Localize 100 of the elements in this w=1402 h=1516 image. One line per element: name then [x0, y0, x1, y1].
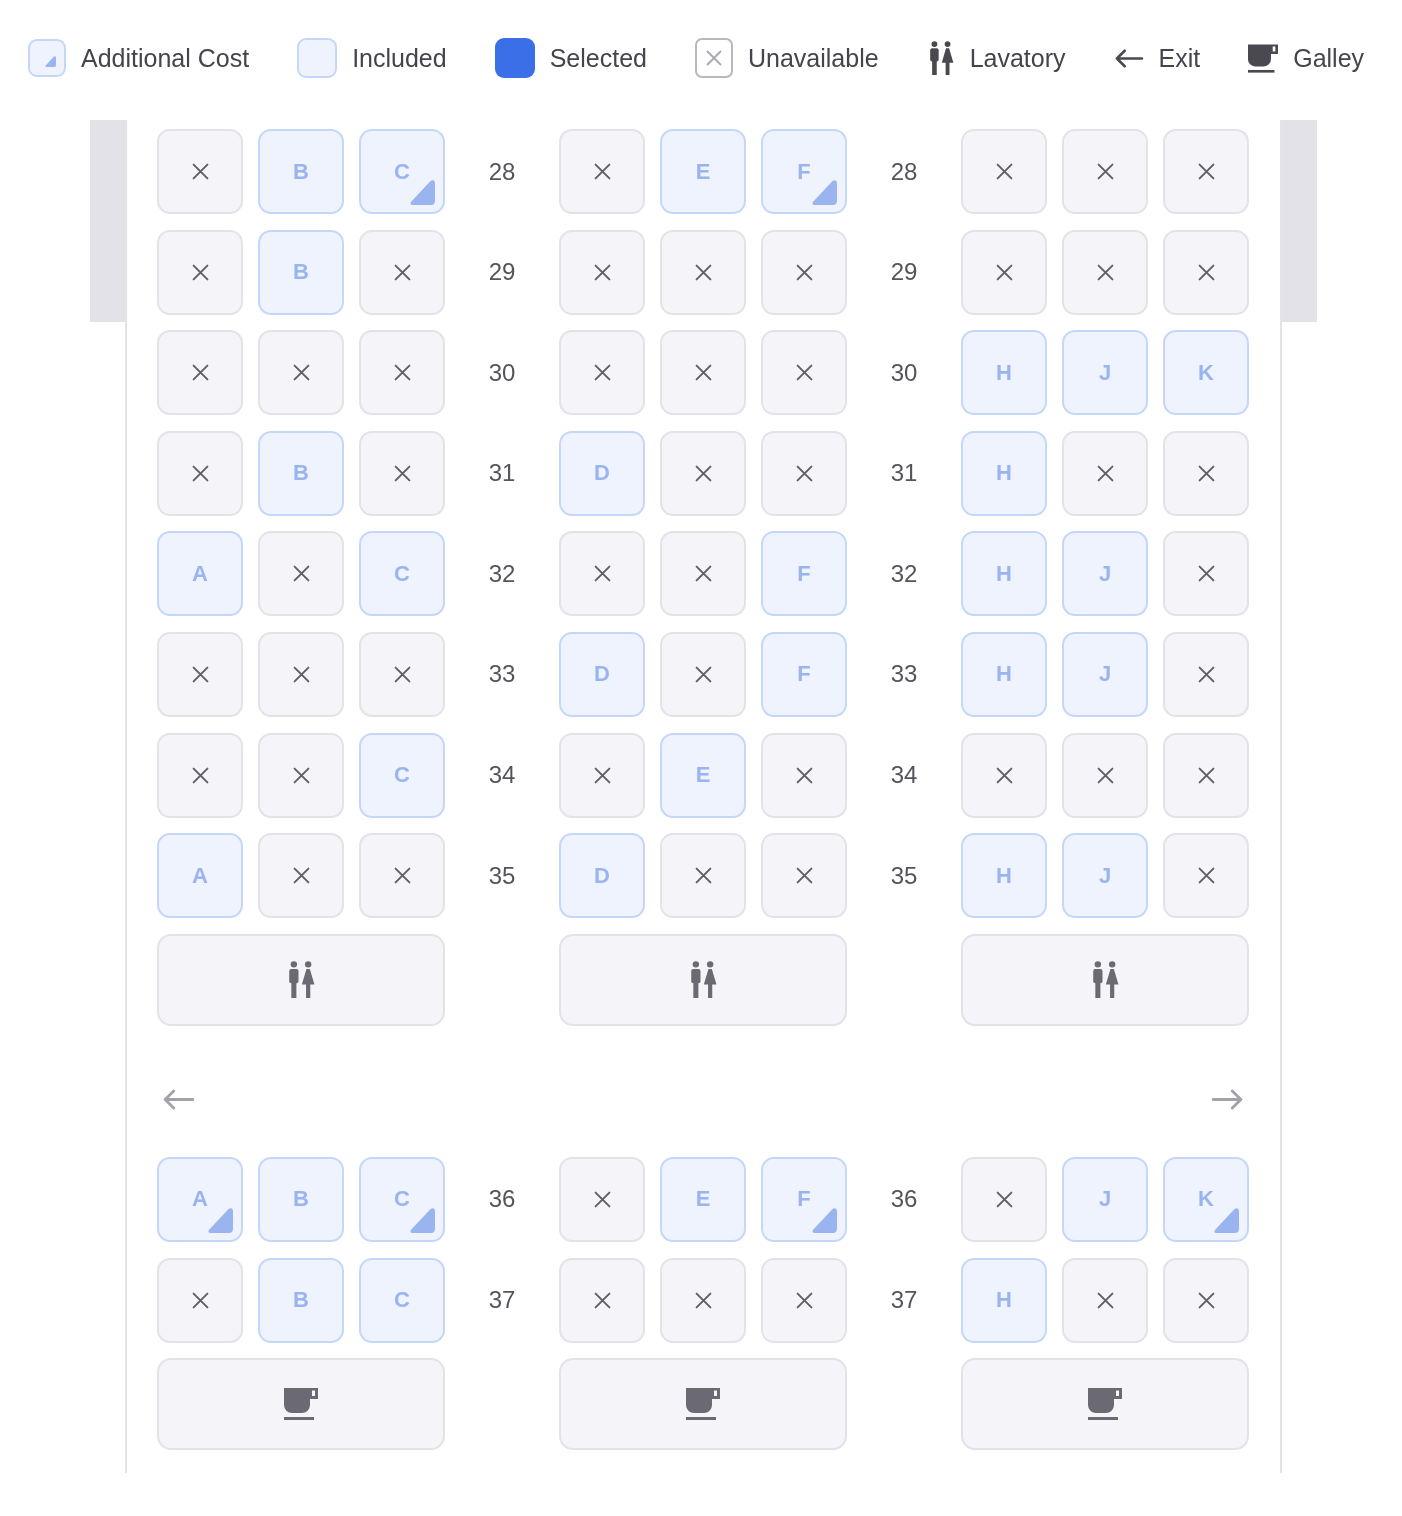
cross-icon	[393, 867, 411, 885]
cross-icon	[1096, 766, 1114, 784]
row-number: 33	[488, 662, 516, 687]
seat-button[interactable]: J	[1062, 1156, 1148, 1242]
coffee-cup-icon	[1088, 1388, 1122, 1421]
seat-button[interactable]: H	[961, 1257, 1047, 1343]
seat-button[interactable]: C	[359, 531, 445, 617]
seat-button[interactable]: D	[559, 833, 645, 919]
seat-button[interactable]: F	[761, 631, 847, 717]
cross-icon	[191, 263, 209, 281]
cross-icon	[1197, 665, 1215, 683]
seat-button[interactable]: B	[258, 1156, 344, 1242]
cross-icon	[292, 766, 310, 784]
corner-triangle-icon	[1214, 1207, 1239, 1233]
cross-icon	[1197, 263, 1215, 281]
row-number: 31	[488, 461, 516, 486]
seat-button[interactable]: B	[258, 129, 344, 214]
cross-icon	[694, 364, 712, 382]
seat-button[interactable]: J	[1062, 330, 1148, 416]
legend-label: Included	[352, 45, 447, 71]
cross-icon	[292, 867, 310, 885]
cross-icon	[292, 565, 310, 583]
corner-triangle-icon	[812, 1207, 837, 1233]
seat-button[interactable]: H	[961, 531, 1047, 617]
seat-button[interactable]: H	[961, 631, 1047, 717]
seat-button[interactable]: A	[157, 1156, 243, 1242]
cross-icon	[1197, 766, 1215, 784]
seat-button[interactable]: B	[258, 430, 344, 516]
cross-icon	[191, 364, 209, 382]
coffee-cup-icon	[284, 1388, 318, 1421]
row-number: 32	[890, 561, 918, 586]
seat-button[interactable]: F	[761, 531, 847, 617]
row-number: 31	[890, 461, 918, 486]
seat-button[interactable]: D	[559, 430, 645, 516]
cross-icon	[1197, 464, 1215, 482]
cross-icon	[706, 50, 722, 66]
cross-icon	[593, 565, 611, 583]
legend-label: Galley	[1293, 45, 1365, 71]
cross-icon	[1096, 263, 1114, 281]
seat-button[interactable]: C	[359, 1156, 445, 1242]
seat-button[interactable]: C	[359, 129, 445, 214]
cross-icon	[191, 464, 209, 482]
row-number: 30	[488, 360, 516, 385]
seat-button[interactable]: E	[660, 732, 746, 818]
seat-button[interactable]: A	[157, 833, 243, 919]
row-number: 28	[890, 159, 918, 184]
cross-icon	[393, 464, 411, 482]
row-number: 37	[488, 1288, 516, 1313]
cross-icon	[694, 867, 712, 885]
cross-icon	[995, 766, 1013, 784]
seat-button[interactable]: H	[961, 833, 1047, 919]
legend-label: Selected	[549, 45, 647, 71]
seat-button[interactable]: F	[761, 1156, 847, 1242]
cross-icon	[1096, 163, 1114, 180]
row-number: 35	[890, 863, 918, 888]
right-arrow-icon	[1211, 1088, 1244, 1110]
seat-button[interactable]: C	[359, 732, 445, 818]
cross-icon	[795, 867, 813, 885]
cross-icon	[593, 263, 611, 281]
legend-label: Exit	[1158, 45, 1201, 71]
seat-button[interactable]: K	[1163, 1156, 1249, 1242]
coffee-cup-icon	[1248, 43, 1279, 73]
cross-icon	[795, 464, 813, 482]
row-number: 30	[890, 360, 918, 385]
row-number: 35	[488, 863, 516, 888]
cross-icon	[694, 464, 712, 482]
seat-button[interactable]: B	[258, 1257, 344, 1343]
row-number: 34	[488, 763, 516, 788]
corner-triangle-icon	[410, 180, 435, 205]
seat-button[interactable]: B	[258, 229, 344, 315]
cross-icon	[1096, 1291, 1114, 1309]
cross-icon	[593, 163, 611, 180]
seat-button[interactable]: J	[1062, 531, 1148, 617]
seat-button[interactable]: K	[1163, 330, 1249, 416]
cross-icon	[393, 263, 411, 281]
cross-icon	[393, 665, 411, 683]
seat-button[interactable]: J	[1062, 833, 1148, 919]
corner-triangle-icon	[410, 1207, 435, 1233]
seat-button[interactable]: H	[961, 330, 1047, 416]
cross-icon	[795, 1291, 813, 1309]
cross-icon	[292, 364, 310, 382]
cross-icon	[694, 263, 712, 281]
legend-label: Lavatory	[969, 45, 1066, 71]
seat-button[interactable]: E	[660, 129, 746, 214]
seat-button[interactable]: E	[660, 1156, 746, 1242]
cross-icon	[995, 163, 1013, 180]
seat-button[interactable]: F	[761, 129, 847, 214]
left-arrow-icon	[1113, 48, 1144, 68]
seat-button[interactable]: A	[157, 531, 243, 617]
cross-icon	[1197, 867, 1215, 885]
seat-button[interactable]: C	[359, 1257, 445, 1343]
seat-button[interactable]: D	[559, 631, 645, 717]
coffee-cup-icon	[686, 1388, 720, 1421]
seat-button[interactable]: J	[1062, 631, 1148, 717]
cross-icon	[1096, 464, 1114, 482]
row-number: 37	[890, 1288, 918, 1313]
cross-icon	[995, 263, 1013, 281]
cross-icon	[191, 766, 209, 784]
cross-icon	[795, 263, 813, 281]
seat-button[interactable]: H	[961, 430, 1047, 516]
